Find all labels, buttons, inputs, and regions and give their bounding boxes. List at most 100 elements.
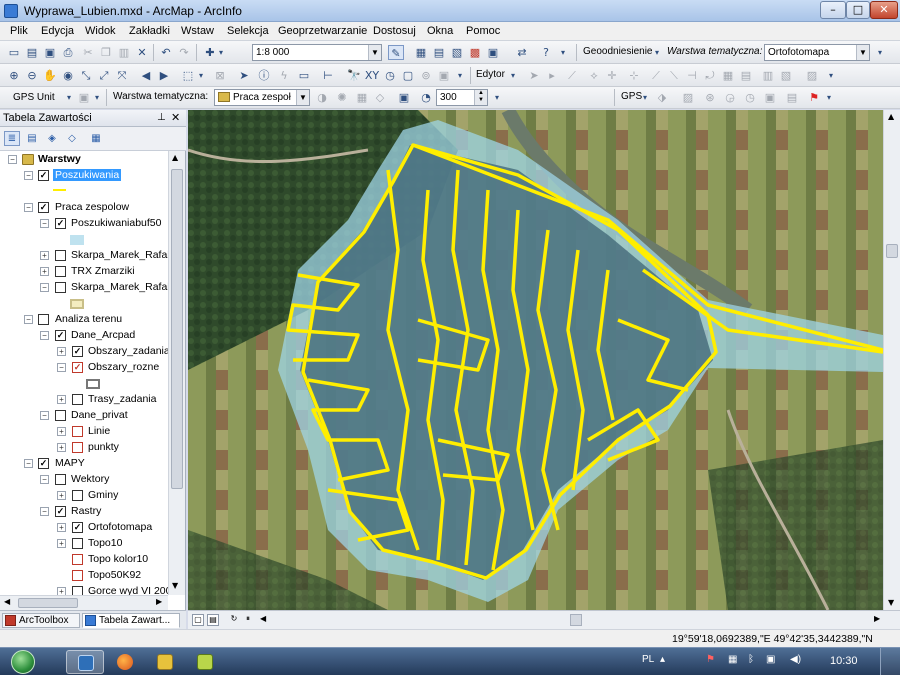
- model-builder-icon[interactable]: ⇄: [514, 45, 530, 60]
- volume-icon[interactable]: ◀): [790, 654, 801, 665]
- back-extent-icon[interactable]: ◀: [138, 68, 154, 83]
- expand-icon[interactable]: +: [57, 539, 66, 548]
- collapse-icon[interactable]: −: [40, 507, 49, 516]
- tree-item-obszary-zadania[interactable]: + ✓ Obszary_zadania: [0, 344, 168, 360]
- copy-icon[interactable]: ❐: [98, 45, 114, 60]
- close-button[interactable]: ✕: [870, 1, 898, 19]
- chevron-down-icon[interactable]: ▾: [508, 68, 518, 83]
- tree-item-trasy-zadania[interactable]: + Trasy_zadania: [0, 392, 168, 408]
- time-slider-icon[interactable]: ◷: [382, 68, 398, 83]
- editor-menu[interactable]: Edytor: [476, 69, 505, 80]
- menu-zakladki[interactable]: Zakładki: [129, 25, 170, 37]
- taskbar-firefox[interactable]: [106, 650, 144, 674]
- gps-position-icon[interactable]: ⬗: [654, 90, 670, 105]
- tree-item-warstwy[interactable]: − Warstwy: [0, 152, 168, 168]
- forward-extent-icon[interactable]: ▶: [156, 68, 172, 83]
- collapse-icon[interactable]: −: [40, 219, 49, 228]
- tray-expand-icon[interactable]: ▴: [660, 654, 665, 665]
- monitor-icon[interactable]: ▣: [766, 654, 775, 665]
- collapse-icon[interactable]: −: [57, 363, 66, 372]
- chevron-down-icon[interactable]: ▾: [558, 45, 568, 60]
- identify-icon[interactable]: ⓘ: [256, 68, 272, 83]
- scrollbar-thumb[interactable]: [171, 169, 183, 489]
- visibility-checkbox[interactable]: [55, 250, 66, 261]
- collapse-icon[interactable]: −: [24, 315, 33, 324]
- list-by-visibility-icon[interactable]: ◈: [44, 131, 60, 146]
- collapse-icon[interactable]: −: [24, 171, 33, 180]
- visibility-checkbox[interactable]: [72, 426, 83, 437]
- tree-item-skarpa-1[interactable]: + Skarpa_Marek_Rafal: [0, 248, 168, 264]
- tree-item-mapy[interactable]: − ✓ MAPY: [0, 456, 168, 472]
- tab-table-of-contents[interactable]: Tabela Zawart...: [82, 613, 180, 628]
- gps-log-icon[interactable]: ▨: [680, 90, 696, 105]
- tree-item-topo10[interactable]: + Topo10: [0, 536, 168, 552]
- zoom-out-icon[interactable]: ⊖: [24, 68, 40, 83]
- redo-icon[interactable]: ↷: [176, 45, 192, 60]
- find-icon[interactable]: 🔭: [346, 68, 362, 83]
- point-icon[interactable]: ✛: [604, 68, 620, 83]
- straight-segment-icon[interactable]: ⟋: [564, 68, 580, 83]
- chevron-down-icon[interactable]: ▾: [216, 45, 226, 60]
- zoom-in-icon[interactable]: ⊕: [6, 68, 22, 83]
- collapse-icon[interactable]: −: [40, 331, 49, 340]
- visibility-checkbox[interactable]: [72, 586, 83, 595]
- html-popup-icon[interactable]: ▭: [296, 68, 312, 83]
- contrast-icon[interactable]: ◑: [314, 90, 330, 105]
- tree-item-skarpa-2[interactable]: − Skarpa_Marek_Rafal: [0, 280, 168, 296]
- edit-vertices-icon[interactable]: ⊹: [626, 68, 642, 83]
- catalog-icon[interactable]: ▤: [431, 45, 447, 60]
- chevron-down-icon[interactable]: ▼: [296, 90, 309, 105]
- clear-selection-icon[interactable]: ⊠: [212, 68, 228, 83]
- chevron-down-icon[interactable]: ▾: [492, 90, 502, 105]
- search-window-icon[interactable]: ▧: [449, 45, 465, 60]
- visibility-checkbox[interactable]: ✓: [55, 506, 66, 517]
- chevron-down-icon[interactable]: ▼: [856, 45, 869, 60]
- expand-icon[interactable]: +: [57, 443, 66, 452]
- scroll-down-icon[interactable]: ▼: [172, 581, 178, 590]
- measure-icon[interactable]: ⊢: [320, 68, 336, 83]
- tree-item-gminy[interactable]: + Gminy: [0, 488, 168, 504]
- layout-view-icon[interactable]: ▤: [207, 614, 219, 626]
- full-extent-icon[interactable]: ◉: [60, 68, 76, 83]
- gps-center-icon[interactable]: ▣: [762, 90, 778, 105]
- create-features-icon[interactable]: ▥: [760, 68, 776, 83]
- visibility-checkbox[interactable]: ✓: [55, 330, 66, 341]
- attributes-icon[interactable]: ▦: [720, 68, 736, 83]
- chevron-down-icon[interactable]: ▾: [64, 90, 74, 105]
- undo-icon[interactable]: ↶: [158, 45, 174, 60]
- editor-toolbar-icon[interactable]: ✎: [388, 45, 404, 60]
- close-icon[interactable]: ✕: [171, 111, 180, 124]
- chevron-down-icon[interactable]: ▾: [826, 68, 836, 83]
- visibility-checkbox[interactable]: [55, 282, 66, 293]
- map-canvas[interactable]: [188, 110, 883, 610]
- rotate-icon[interactable]: ⤾: [702, 68, 718, 83]
- pin-icon[interactable]: ⊥: [157, 112, 166, 123]
- collapse-icon[interactable]: −: [24, 459, 33, 468]
- maximize-button[interactable]: □: [846, 1, 870, 19]
- collapse-icon[interactable]: −: [40, 411, 49, 420]
- gps-track-icon[interactable]: ◶: [722, 90, 738, 105]
- chevron-down-icon[interactable]: ▾: [824, 90, 834, 105]
- taskbar-arcmap[interactable]: [66, 650, 104, 674]
- gps-settings-icon[interactable]: ▣: [76, 90, 92, 105]
- tree-item-ortofotomapa[interactable]: + ✓ Ortofotomapa: [0, 520, 168, 536]
- scroll-left-icon[interactable]: ◀: [4, 597, 10, 606]
- print-icon[interactable]: ⎙: [60, 45, 76, 60]
- brightness-icon[interactable]: ✺: [334, 90, 350, 105]
- options-icon[interactable]: ▨: [804, 68, 820, 83]
- language-indicator[interactable]: PL: [642, 654, 654, 665]
- toc-horizontal-scrollbar[interactable]: ◀ ▶: [0, 595, 168, 610]
- open-folder-icon[interactable]: ▤: [24, 45, 40, 60]
- visibility-checkbox[interactable]: [72, 570, 83, 581]
- whats-this-icon[interactable]: ?: [538, 45, 554, 60]
- transparency-icon[interactable]: ▦: [354, 90, 370, 105]
- scroll-right-icon[interactable]: ▶: [874, 614, 880, 623]
- scrollbar-thumb[interactable]: [18, 598, 78, 608]
- network-icon[interactable]: ▦: [728, 654, 737, 665]
- scroll-up-icon[interactable]: ▲: [888, 112, 894, 121]
- collapse-icon[interactable]: −: [40, 283, 49, 292]
- visibility-checkbox[interactable]: [55, 474, 66, 485]
- menu-plik[interactable]: Plik: [10, 25, 28, 37]
- collapse-icon[interactable]: −: [40, 475, 49, 484]
- taskbar-gps-app[interactable]: [186, 650, 224, 674]
